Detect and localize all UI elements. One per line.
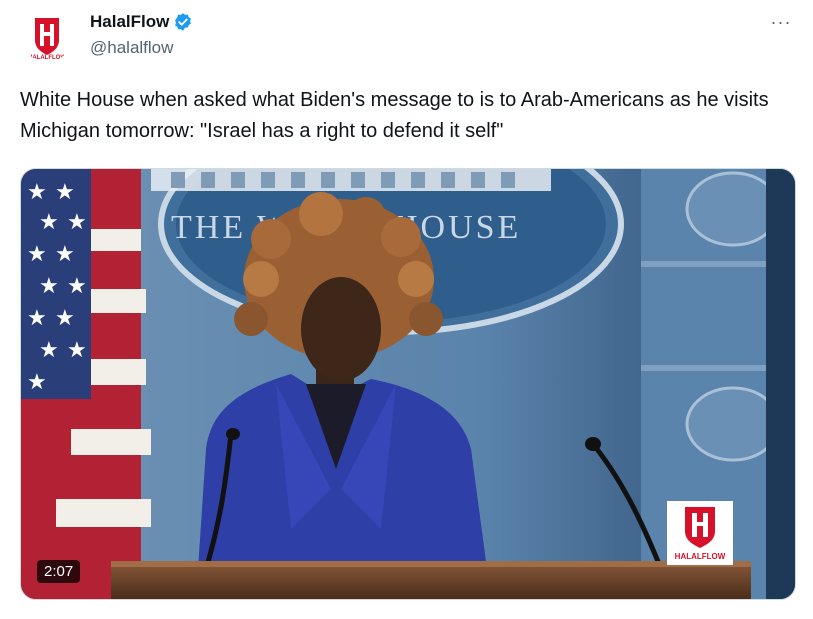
video-watermark: HALALFLOW [667,501,733,565]
svg-text:★: ★ [67,274,87,299]
svg-text:★: ★ [27,306,47,331]
author-handle[interactable]: @halalflow [90,38,173,58]
svg-text:★: ★ [27,180,47,205]
svg-text:★: ★ [27,370,47,395]
svg-text:★: ★ [27,242,47,267]
author-avatar[interactable]: HALALFLOW [22,12,72,62]
tweet-header: HALALFLOW HalalFlow @halalflow ··· [20,10,793,66]
halalflow-logo-icon: HALALFLOW [28,18,66,61]
svg-text:★: ★ [55,242,75,267]
more-options-icon[interactable]: ··· [769,10,793,34]
svg-text:★: ★ [67,210,87,235]
svg-text:★: ★ [39,274,59,299]
svg-text:★: ★ [39,210,59,235]
svg-text:★: ★ [55,180,75,205]
american-flag: ★ ★ ★ ★ ★ ★ ★ ★ ★ ★ ★ ★ ★ [21,169,151,599]
svg-text:★: ★ [67,338,87,363]
video-duration-badge: 2:07 [37,560,81,583]
svg-text:HALALFLOW: HALALFLOW [28,55,66,61]
video-player[interactable]: THE WHITE HOUSE ★★ ★★ ★★ ★★ ★★ ★★ ★ [20,168,796,600]
tweet-text: White House when asked what Biden's mess… [20,89,769,142]
halalflow-watermark-icon: HALALFLOW [675,507,726,561]
verified-badge-icon [175,13,192,31]
svg-text:★: ★ [55,306,75,331]
svg-text:★: ★ [39,338,59,363]
watermark-text: HALALFLOW [675,552,726,561]
author-display-name[interactable]: HalalFlow [90,12,169,32]
